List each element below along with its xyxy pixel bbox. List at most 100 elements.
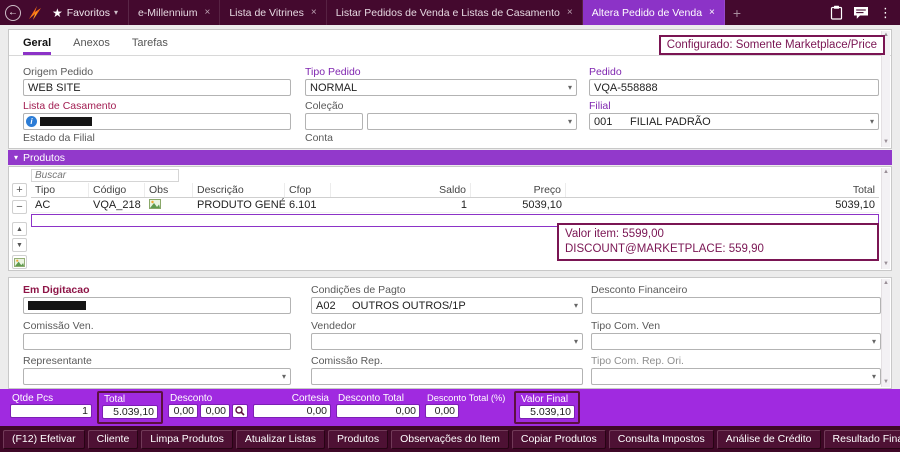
cliente-button[interactable]: Cliente [87,429,139,449]
table-row[interactable]: AC VQA_218 PRODUTO GENÉRI... 6.101 1 503… [31,198,879,213]
overflow-menu-icon[interactable]: ⋮ [879,6,892,19]
info-icon[interactable]: i [26,116,37,127]
field-label: Origem Pedido [23,66,94,78]
move-row-down-button[interactable]: ▼ [12,238,27,252]
analise-de-credito-button[interactable]: Análise de Crédito [716,429,821,449]
tab-listar-pedidos[interactable]: Listar Pedidos de Venda e Listas de Casa… [327,0,583,25]
tipo-com-ven-select[interactable]: ▾ [591,333,881,350]
observacoes-do-item-button[interactable]: Observações do Item [391,429,509,449]
valor-final-input[interactable]: 5.039,10 [519,405,575,419]
favorites-menu[interactable]: ★ Favoritos ▾ [48,0,129,25]
condicoes-pagto-select[interactable]: A02 OUTROS OUTROS/1P ▾ [311,297,583,314]
tab-label: Tarefas [131,37,168,49]
tab-altera-pedido-de-venda[interactable]: Altera Pedido de Venda × [582,0,725,25]
total-highlight-box: Total 5.039,10 [97,391,163,424]
pedido-input[interactable]: VQA-558888 [589,79,879,96]
lista-casamento-input[interactable]: i [23,113,291,130]
buscar-input[interactable] [31,169,179,182]
origem-pedido-input[interactable]: WEB SITE [23,79,291,96]
move-row-up-button[interactable]: ▲ [12,222,27,236]
chevron-down-icon: ▾ [871,372,876,381]
scroll-up-icon[interactable]: ▲ [883,168,889,177]
vertical-scrollbar[interactable]: ▲ ▼ [881,279,890,387]
add-tab-button[interactable]: + [733,5,741,21]
chevron-down-icon: ▾ [573,337,578,346]
limpa-produtos-button[interactable]: Limpa Produtos [141,429,233,449]
field-label: Vendedor [311,320,356,332]
close-icon[interactable]: × [205,7,211,18]
filial-select[interactable]: 001 FILIAL PADRÃO ▾ [589,113,879,130]
produtos-button[interactable]: Produtos [328,429,389,449]
desconto-valor-input[interactable]: 0,00 [168,404,198,418]
column-header-cfop[interactable]: Cfop [285,183,331,197]
scroll-down-icon[interactable]: ▼ [883,138,889,147]
tipo-com-rep-select[interactable]: ▾ [591,368,881,385]
close-icon[interactable]: × [709,7,715,18]
topbar-actions: ⋮ [830,5,900,20]
app-window: ← ★ Favoritos ▾ e-Millennium × Lista de … [0,0,900,452]
clipboard-icon[interactable] [830,5,843,20]
produtos-panel: + − ▲ ▼ Tipo Código Obs Descrição Cfop S… [8,166,892,271]
produtos-section-header[interactable]: ▾ Produtos [8,150,892,165]
field-estado-filial: Estado da Filial [23,132,95,145]
desconto-pct-input[interactable]: 0,00 [200,404,230,418]
field-label: Estado da Filial [23,132,95,144]
column-header-total[interactable]: Total [566,183,879,197]
tab-label: Lista de Vitrines [229,6,304,19]
field-label: Comissão Rep. [311,355,383,367]
comissao-ven-input[interactable] [23,333,291,350]
qtde-pcs-input[interactable]: 1 [10,404,92,418]
field-label: Total [104,394,126,405]
vendedor-select[interactable]: ▾ [311,333,583,350]
chat-icon[interactable] [853,6,869,20]
tipo-pedido-select[interactable]: NORMAL ▾ [305,79,577,96]
back-button[interactable]: ← [5,4,21,21]
field-value: 0,00 [205,405,226,417]
desconto-search-button[interactable] [232,404,248,418]
tab-lista-de-vitrines[interactable]: Lista de Vitrines × [220,0,327,25]
column-header-preco[interactable]: Preço [471,183,566,197]
column-header-saldo[interactable]: Saldo [331,183,471,197]
tab-geral[interactable]: Geral [23,37,52,55]
desconto-total-input[interactable]: 0,00 [336,404,420,418]
tab-tarefas[interactable]: Tarefas [132,37,168,55]
field-label: Tipo Pedido [305,66,361,78]
row-image-button[interactable] [12,255,27,269]
f12-efetivar-button[interactable]: (F12) Efetivar [3,429,85,449]
consulta-impostos-button[interactable]: Consulta Impostos [608,429,714,449]
em-digitacao-input[interactable] [23,297,291,314]
column-header-descricao[interactable]: Descrição [193,183,285,197]
tab-anexos[interactable]: Anexos [73,37,110,55]
cortesia-input[interactable]: 0,00 [253,404,331,418]
tab-e-millennium[interactable]: e-Millennium × [129,0,221,25]
desconto-total-pct-input[interactable]: 0,00 [425,404,459,418]
field-origem-pedido: Origem Pedido WEB SITE [23,66,291,96]
column-header-codigo[interactable]: Código [89,183,145,197]
comissao-rep-input[interactable] [311,368,583,385]
field-pedido: Pedido VQA-558888 [589,66,879,96]
desconto-financeiro-input[interactable] [591,297,881,314]
remove-row-button[interactable]: − [12,200,27,214]
colecao-code-input[interactable] [305,113,363,130]
close-icon[interactable]: × [567,7,573,18]
field-label: Comissão Ven. [23,320,94,332]
payment-panel: Em Digitacao Condições de Pagto A02 OUTR… [8,277,892,389]
copiar-produtos-button[interactable]: Copiar Produtos [511,429,606,449]
scroll-down-icon[interactable]: ▼ [883,260,889,269]
add-row-button[interactable]: + [12,183,27,197]
atualizar-listas-button[interactable]: Atualizar Listas [235,429,326,449]
field-value: WEB SITE [28,81,81,94]
minus-icon: − [16,200,23,213]
top-tab-bar: ← ★ Favoritos ▾ e-Millennium × Lista de … [0,0,900,25]
close-icon[interactable]: × [311,7,317,18]
favorites-label: Favoritos [66,6,110,19]
representante-select[interactable]: ▾ [23,368,291,385]
total-input[interactable]: 5.039,10 [102,405,158,419]
column-header-tipo[interactable]: Tipo [31,183,89,197]
vertical-scrollbar[interactable]: ▲ ▼ [881,168,890,269]
colecao-select[interactable]: ▾ [367,113,577,130]
resultado-financeiro-button[interactable]: Resultado Financeiro [823,429,900,449]
scroll-down-icon[interactable]: ▼ [883,378,889,387]
column-header-obs[interactable]: Obs [145,183,193,197]
scroll-up-icon[interactable]: ▲ [883,279,889,288]
